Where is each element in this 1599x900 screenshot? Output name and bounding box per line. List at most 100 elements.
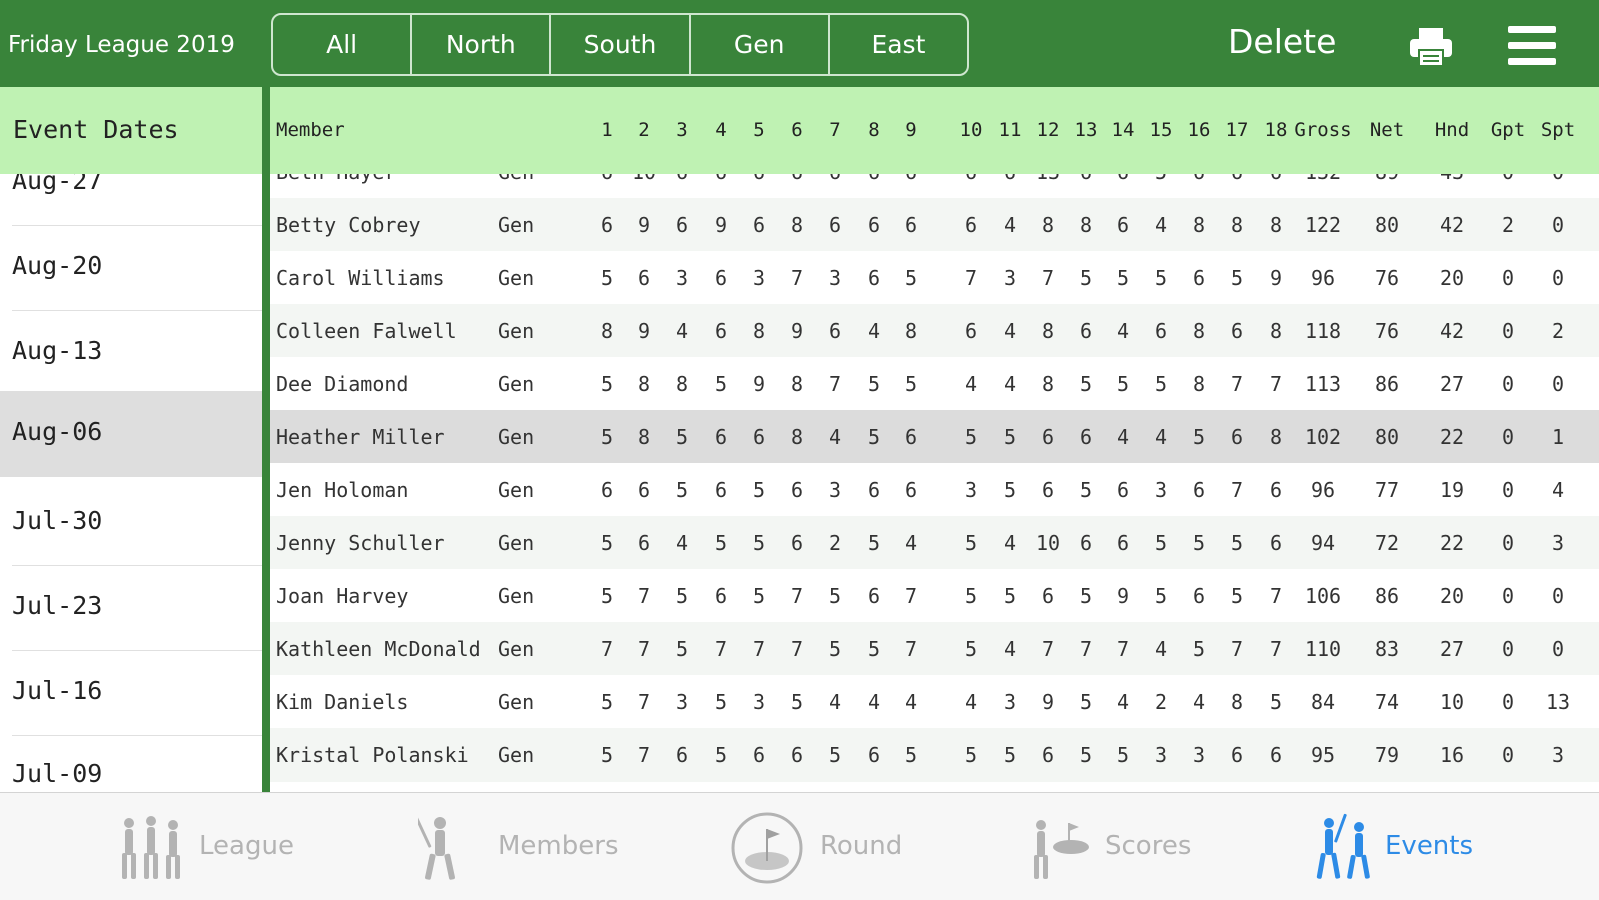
- date-row[interactable]: Jul-16: [0, 650, 262, 736]
- column-header-hole: 12: [1036, 119, 1060, 141]
- delete-button[interactable]: Delete: [1228, 22, 1336, 61]
- filter-all-button[interactable]: All: [273, 15, 413, 74]
- table-row-selected[interactable]: Heather Miller Gen 5 8 5 6 6 8 4 5 6 5 5 6 6 4 4 5 6 8 102 80…: [270, 410, 1599, 464]
- date-row[interactable]: Aug-13: [0, 310, 262, 396]
- handicap-cell: 22: [1439, 531, 1465, 555]
- gross-cell: 84: [1310, 690, 1336, 714]
- handicap-cell: 42: [1439, 213, 1465, 237]
- hole-score-cell: 8: [1269, 319, 1283, 343]
- table-row[interactable]: Joan Harvey Gen 5 7 5 6 5 7 5 6 7 5 5 6 5 9 5 6 5 7 106 86 20 0…: [270, 569, 1599, 623]
- hole-score-cell: 5: [1230, 266, 1244, 290]
- gpt-cell: 0: [1501, 478, 1515, 502]
- table-row[interactable]: Kathleen McDonald Gen 7 7 5 7 7 7 5 5 7 5 4 7 7 7 4 5 7 7 11…: [270, 622, 1599, 676]
- hole-score-cell: 8: [790, 372, 804, 396]
- printer-icon[interactable]: [1408, 26, 1454, 68]
- tab-league[interactable]: League: [115, 793, 305, 900]
- date-row-selected[interactable]: Aug-06: [0, 391, 262, 477]
- filter-gen-button[interactable]: Gen: [691, 15, 830, 74]
- hole-score-cell: 7: [904, 637, 918, 661]
- column-header-hole: 13: [1074, 119, 1098, 141]
- hole-score-cell: 6: [1116, 531, 1130, 555]
- hole-score-cell: 6: [964, 319, 978, 343]
- hole-score-cell: 5: [600, 266, 614, 290]
- hole-score-cell: 2: [828, 531, 842, 555]
- hole-score-cell: 7: [637, 690, 651, 714]
- hole-score-cell: 6: [714, 319, 728, 343]
- hole-score-cell: 5: [1003, 584, 1017, 608]
- hole-score-cell: 7: [790, 266, 804, 290]
- hole-score-cell: 5: [1192, 637, 1206, 661]
- hole-score-cell: 7: [1269, 372, 1283, 396]
- hole-score-cell: 5: [904, 266, 918, 290]
- hole-score-cell: 4: [675, 319, 689, 343]
- table-row[interactable]: Kristal Polanski Gen 5 7 6 5 6 6 5 6 5 5 5 6 5 5 3 3 6 6 95 7…: [270, 728, 1599, 782]
- table-row[interactable]: Betty Cobrey Gen 6 9 6 9 6 8 6 6 6 6 4 8 8 6 4 8 8 8 122 80 42…: [270, 198, 1599, 252]
- tab-members[interactable]: Members: [418, 793, 628, 900]
- date-row[interactable]: Jul-23: [0, 565, 262, 651]
- hole-score-cell: 8: [790, 213, 804, 237]
- filter-north-button[interactable]: North: [412, 15, 552, 74]
- gpt-cell: 0: [1501, 425, 1515, 449]
- net-cell: 76: [1374, 266, 1400, 290]
- hole-score-cell: 3: [752, 266, 766, 290]
- hole-score-cell: 5: [1079, 478, 1093, 502]
- scores-table[interactable]: Member 1 2 3 4 5 6 7 8 9 10 11 12 13 14 15 16 17 18 Gross Ne…: [270, 87, 1599, 792]
- table-row[interactable]: Dee Diamond Gen 5 8 8 5 9 8 7 5 5 4 4 8 5 5 5 8 7 7 113 86 27 0…: [270, 357, 1599, 411]
- date-row[interactable]: Jul-30: [0, 480, 262, 566]
- hole-score-cell: 6: [637, 266, 651, 290]
- date-label: Aug-20: [12, 251, 103, 280]
- hole-score-cell: 5: [1003, 478, 1017, 502]
- league-title: Friday League 2019: [8, 32, 235, 58]
- member-name-cell: Colleen Falwell: [276, 319, 457, 343]
- table-row[interactable]: Carol Williams Gen 5 6 3 6 3 7 3 6 5 7 3 7 5 5 5 6 5 9 96 76 2…: [270, 251, 1599, 305]
- column-header-hole: 3: [676, 119, 688, 141]
- hole-score-cell: 4: [964, 372, 978, 396]
- handicap-cell: 27: [1439, 372, 1465, 396]
- gross-cell: 113: [1304, 372, 1342, 396]
- table-row[interactable]: Jen Holoman Gen 6 6 5 6 5 6 3 6 6 3 5 6 5 6 3 6 7 6 96 77 19 0 4: [270, 463, 1599, 517]
- hole-score-cell: 5: [1079, 266, 1093, 290]
- hole-score-cell: 4: [964, 690, 978, 714]
- hole-score-cell: 5: [714, 531, 728, 555]
- column-header-hole: 18: [1264, 119, 1288, 141]
- tab-round[interactable]: Round: [730, 793, 920, 900]
- hamburger-menu-icon[interactable]: [1508, 24, 1556, 68]
- hole-score-cell: 4: [1192, 690, 1206, 714]
- hole-score-cell: 4: [828, 425, 842, 449]
- column-header-hole: 9: [905, 119, 917, 141]
- tab-scores[interactable]: Scores: [1025, 793, 1205, 900]
- table-header-row: Member 1 2 3 4 5 6 7 8 9 10 11 12 13 14 15 16 17 18 Gross Ne…: [270, 87, 1599, 174]
- gross-cell: 96: [1310, 478, 1336, 502]
- tab-label: Scores: [1105, 831, 1192, 861]
- handicap-cell: 22: [1439, 425, 1465, 449]
- hole-score-cell: 6: [1230, 743, 1244, 767]
- hole-score-cell: 7: [637, 584, 651, 608]
- hole-score-cell: 3: [1154, 478, 1168, 502]
- hole-score-cell: 7: [1041, 266, 1055, 290]
- hole-score-cell: 7: [1230, 637, 1244, 661]
- hole-score-cell: 8: [1079, 213, 1093, 237]
- hole-score-cell: 6: [1269, 743, 1283, 767]
- hole-score-cell: 6: [1041, 425, 1055, 449]
- table-row[interactable]: Kim Daniels Gen 5 7 3 5 3 5 4 4 4 4 3 9 5 4 2 4 8 5 84 74 10 0 1…: [270, 675, 1599, 729]
- hole-score-cell: 5: [1192, 425, 1206, 449]
- hole-score-cell: 5: [1079, 690, 1093, 714]
- filter-east-button[interactable]: East: [830, 15, 967, 74]
- column-header-hole: 2: [638, 119, 650, 141]
- date-row[interactable]: Aug-20: [0, 225, 262, 311]
- table-row[interactable]: Colleen Falwell Gen 8 9 4 6 8 9 6 4 8 6 4 8 6 4 6 8 6 8 118 7…: [270, 304, 1599, 358]
- table-row[interactable]: Jenny Schuller Gen 5 6 4 5 5 6 2 5 4 5 4 10 6 6 5 5 5 6 94 72…: [270, 516, 1599, 570]
- hole-score-cell: 6: [714, 425, 728, 449]
- hole-score-cell: 4: [1003, 531, 1017, 555]
- hole-score-cell: 5: [1230, 584, 1244, 608]
- filter-south-button[interactable]: South: [551, 15, 691, 74]
- gpt-cell: 0: [1501, 637, 1515, 661]
- date-label: Jul-30: [12, 506, 103, 535]
- hole-score-cell: 7: [1230, 372, 1244, 396]
- spt-cell: 0: [1551, 372, 1565, 396]
- net-cell: 74: [1374, 690, 1400, 714]
- group-filter-segmented-control: All North South Gen East: [271, 13, 969, 76]
- tab-events[interactable]: Events: [1313, 793, 1488, 900]
- date-row[interactable]: Jul-09: [0, 733, 262, 792]
- hole-score-cell: 4: [904, 531, 918, 555]
